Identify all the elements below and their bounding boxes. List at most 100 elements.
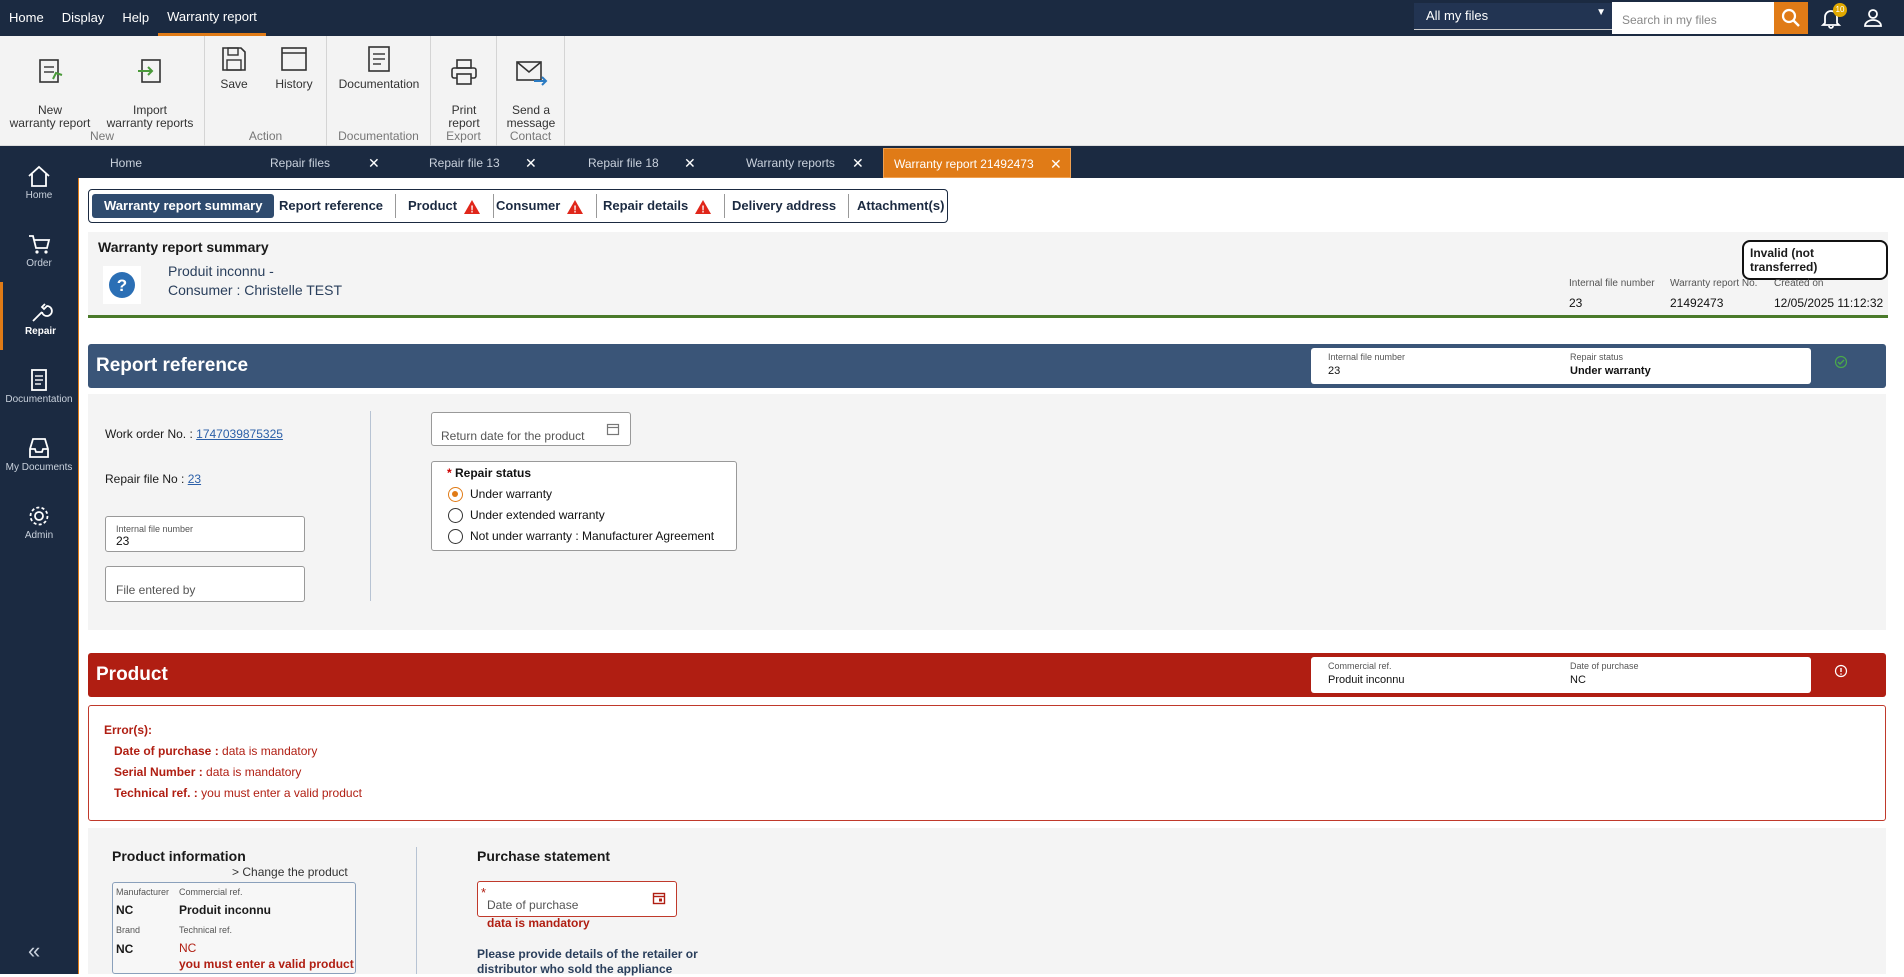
info-value: Produit inconnu	[1328, 674, 1405, 686]
ribbon-group-action: Save History Action	[205, 36, 327, 146]
tab-delivery-address[interactable]: Delivery address	[720, 194, 850, 218]
wrench-icon	[31, 303, 53, 322]
printer-icon	[451, 59, 477, 85]
return-date-field[interactable]: Return date for the product	[431, 412, 631, 446]
error-item: Technical ref. : you must enter a valid …	[114, 786, 362, 800]
search-input[interactable]: Search in my files	[1612, 2, 1774, 34]
tab-repair-file-18[interactable]: Repair file 18 ✕	[588, 148, 718, 178]
date-of-purchase-field[interactable]: * Date of purchase	[477, 881, 677, 917]
sidebar-item-home[interactable]: Home	[0, 146, 78, 214]
menu-home[interactable]: Home	[0, 0, 53, 36]
search-button[interactable]	[1774, 2, 1808, 34]
new-warranty-report-button[interactable]: New warranty report	[6, 44, 94, 130]
tab-repair-file-13[interactable]: Repair file 13 ✕	[429, 148, 559, 178]
files-select[interactable]: All my files ▼	[1414, 3, 1612, 30]
technical-ref-value: NC	[179, 941, 197, 955]
import-label: Import warranty reports	[106, 103, 194, 130]
repair-status-group: * Repair status Under warranty Under ext…	[431, 461, 737, 551]
send-message-button[interactable]: Send a message	[501, 44, 561, 130]
change-product-link[interactable]: > Change the product	[232, 865, 348, 879]
section-title: Report reference	[96, 355, 249, 376]
field-placeholder: File entered by	[116, 583, 196, 597]
history-button[interactable]: History	[271, 44, 317, 91]
internal-file-number-value: 23	[1569, 296, 1583, 310]
save-icon	[222, 47, 246, 71]
file-entered-by-field[interactable]: File entered by	[105, 566, 305, 602]
svg-text:!: !	[574, 204, 577, 215]
tab-repair-files[interactable]: Repair files ✕	[270, 148, 400, 178]
user-button[interactable]	[1860, 5, 1886, 31]
tab-warranty-report-summary[interactable]: Warranty report summary	[92, 194, 275, 218]
tab-product[interactable]: Product!	[396, 194, 495, 218]
close-icon[interactable]: ✕	[368, 148, 380, 178]
field-placeholder: Return date for the product	[441, 429, 585, 443]
collapse-sidebar-icon[interactable]: «	[28, 938, 40, 964]
notification-count-badge: 10	[1833, 3, 1847, 17]
repair-file-link[interactable]: 23	[188, 472, 201, 486]
tab-attachments[interactable]: Attachment(s)	[845, 194, 956, 218]
tab-label: Repair file 13	[429, 156, 500, 170]
tab-label: Warranty reports	[746, 156, 835, 170]
close-icon[interactable]: ✕	[852, 148, 864, 178]
save-button[interactable]: Save	[213, 44, 255, 91]
info-value: Under warranty	[1570, 365, 1651, 377]
purchase-date-error: data is mandatory	[487, 916, 590, 930]
cart-icon	[29, 235, 51, 254]
history-icon	[281, 47, 307, 71]
product-header[interactable]: Product Commercial ref. Produit inconnu …	[88, 653, 1886, 697]
top-bar: Home Display Help Warranty report All my…	[0, 0, 1904, 36]
calendar-icon[interactable]	[606, 422, 620, 436]
sidebar-item-order[interactable]: Order	[0, 214, 78, 282]
menu-display[interactable]: Display	[53, 0, 114, 36]
repair-status-title-text: Repair status	[455, 466, 532, 480]
ribbon: New warranty report Import warranty repo…	[0, 36, 1904, 146]
internal-file-number-field[interactable]: Internal file number 23	[105, 516, 305, 552]
tab-report-reference[interactable]: Report reference	[267, 194, 397, 218]
tab-home[interactable]: Home	[110, 148, 240, 178]
radio-selected[interactable]	[448, 487, 463, 502]
print-report-button[interactable]: Print report	[437, 44, 491, 130]
section-tabs: Warranty report summary Report reference…	[88, 189, 948, 223]
menu-warranty-report[interactable]: Warranty report	[158, 0, 266, 36]
close-icon[interactable]: ✕	[525, 148, 537, 178]
required-mark: *	[481, 885, 487, 900]
tab-warranty-report-21492473[interactable]: Warranty report 21492473 ✕	[883, 148, 1071, 178]
retailer-instructions: Please provide details of the retailer o…	[477, 947, 698, 976]
work-order-link[interactable]: 1747039875325	[196, 427, 283, 441]
report-reference-header[interactable]: Report reference Internal file number 23…	[88, 344, 1886, 388]
check-circle-icon	[1834, 355, 1848, 369]
print-label: Print report	[448, 103, 480, 130]
search-icon	[1781, 8, 1800, 27]
warranty-summary-panel: Warranty report summary ? Produit inconn…	[88, 232, 1888, 318]
info-value: NC	[1570, 674, 1586, 686]
ribbon-group-label: Action	[248, 129, 283, 143]
repair-file-label: Repair file No :	[105, 472, 185, 486]
send-message-label: Send a message	[506, 103, 556, 130]
sidebar-item-repair[interactable]: Repair	[0, 282, 78, 350]
close-icon[interactable]: ✕	[684, 148, 696, 178]
tab-warranty-reports[interactable]: Warranty reports ✕	[746, 148, 876, 178]
tab-label: Repair file 18	[588, 156, 659, 170]
radio-unselected[interactable]	[448, 508, 463, 523]
radio-label: Not under warranty : Manufacturer Agreem…	[470, 529, 715, 543]
menu-help[interactable]: Help	[113, 0, 158, 36]
sidebar-label: Repair	[24, 326, 57, 337]
tab-consumer[interactable]: Consumer!	[484, 194, 598, 218]
tab-repair-details[interactable]: Repair details!	[591, 194, 726, 218]
ribbon-group-contact: Send a message Contact	[497, 36, 565, 146]
sidebar-item-my-documents[interactable]: My Documents	[0, 418, 78, 486]
ribbon-group-label: Documentation	[338, 129, 419, 143]
calendar-icon[interactable]	[652, 891, 666, 905]
alert-circle-icon	[1834, 664, 1848, 678]
status-badge: Invalid (not transferred)	[1742, 240, 1888, 280]
radio-unselected[interactable]	[448, 529, 463, 544]
documentation-button[interactable]: Documentation	[331, 44, 427, 91]
sidebar-item-documentation[interactable]: Documentation	[0, 350, 78, 418]
import-warranty-reports-button[interactable]: Import warranty reports	[104, 44, 196, 130]
svg-text:!: !	[702, 204, 705, 215]
sidebar: Home Order Repair Documentation My Docum…	[0, 146, 78, 974]
close-icon[interactable]: ✕	[1050, 149, 1062, 179]
summary-title: Warranty report summary	[98, 239, 269, 255]
created-on-value: 12/05/2025 11:12:32	[1774, 296, 1884, 310]
sidebar-item-admin[interactable]: Admin	[0, 486, 78, 554]
